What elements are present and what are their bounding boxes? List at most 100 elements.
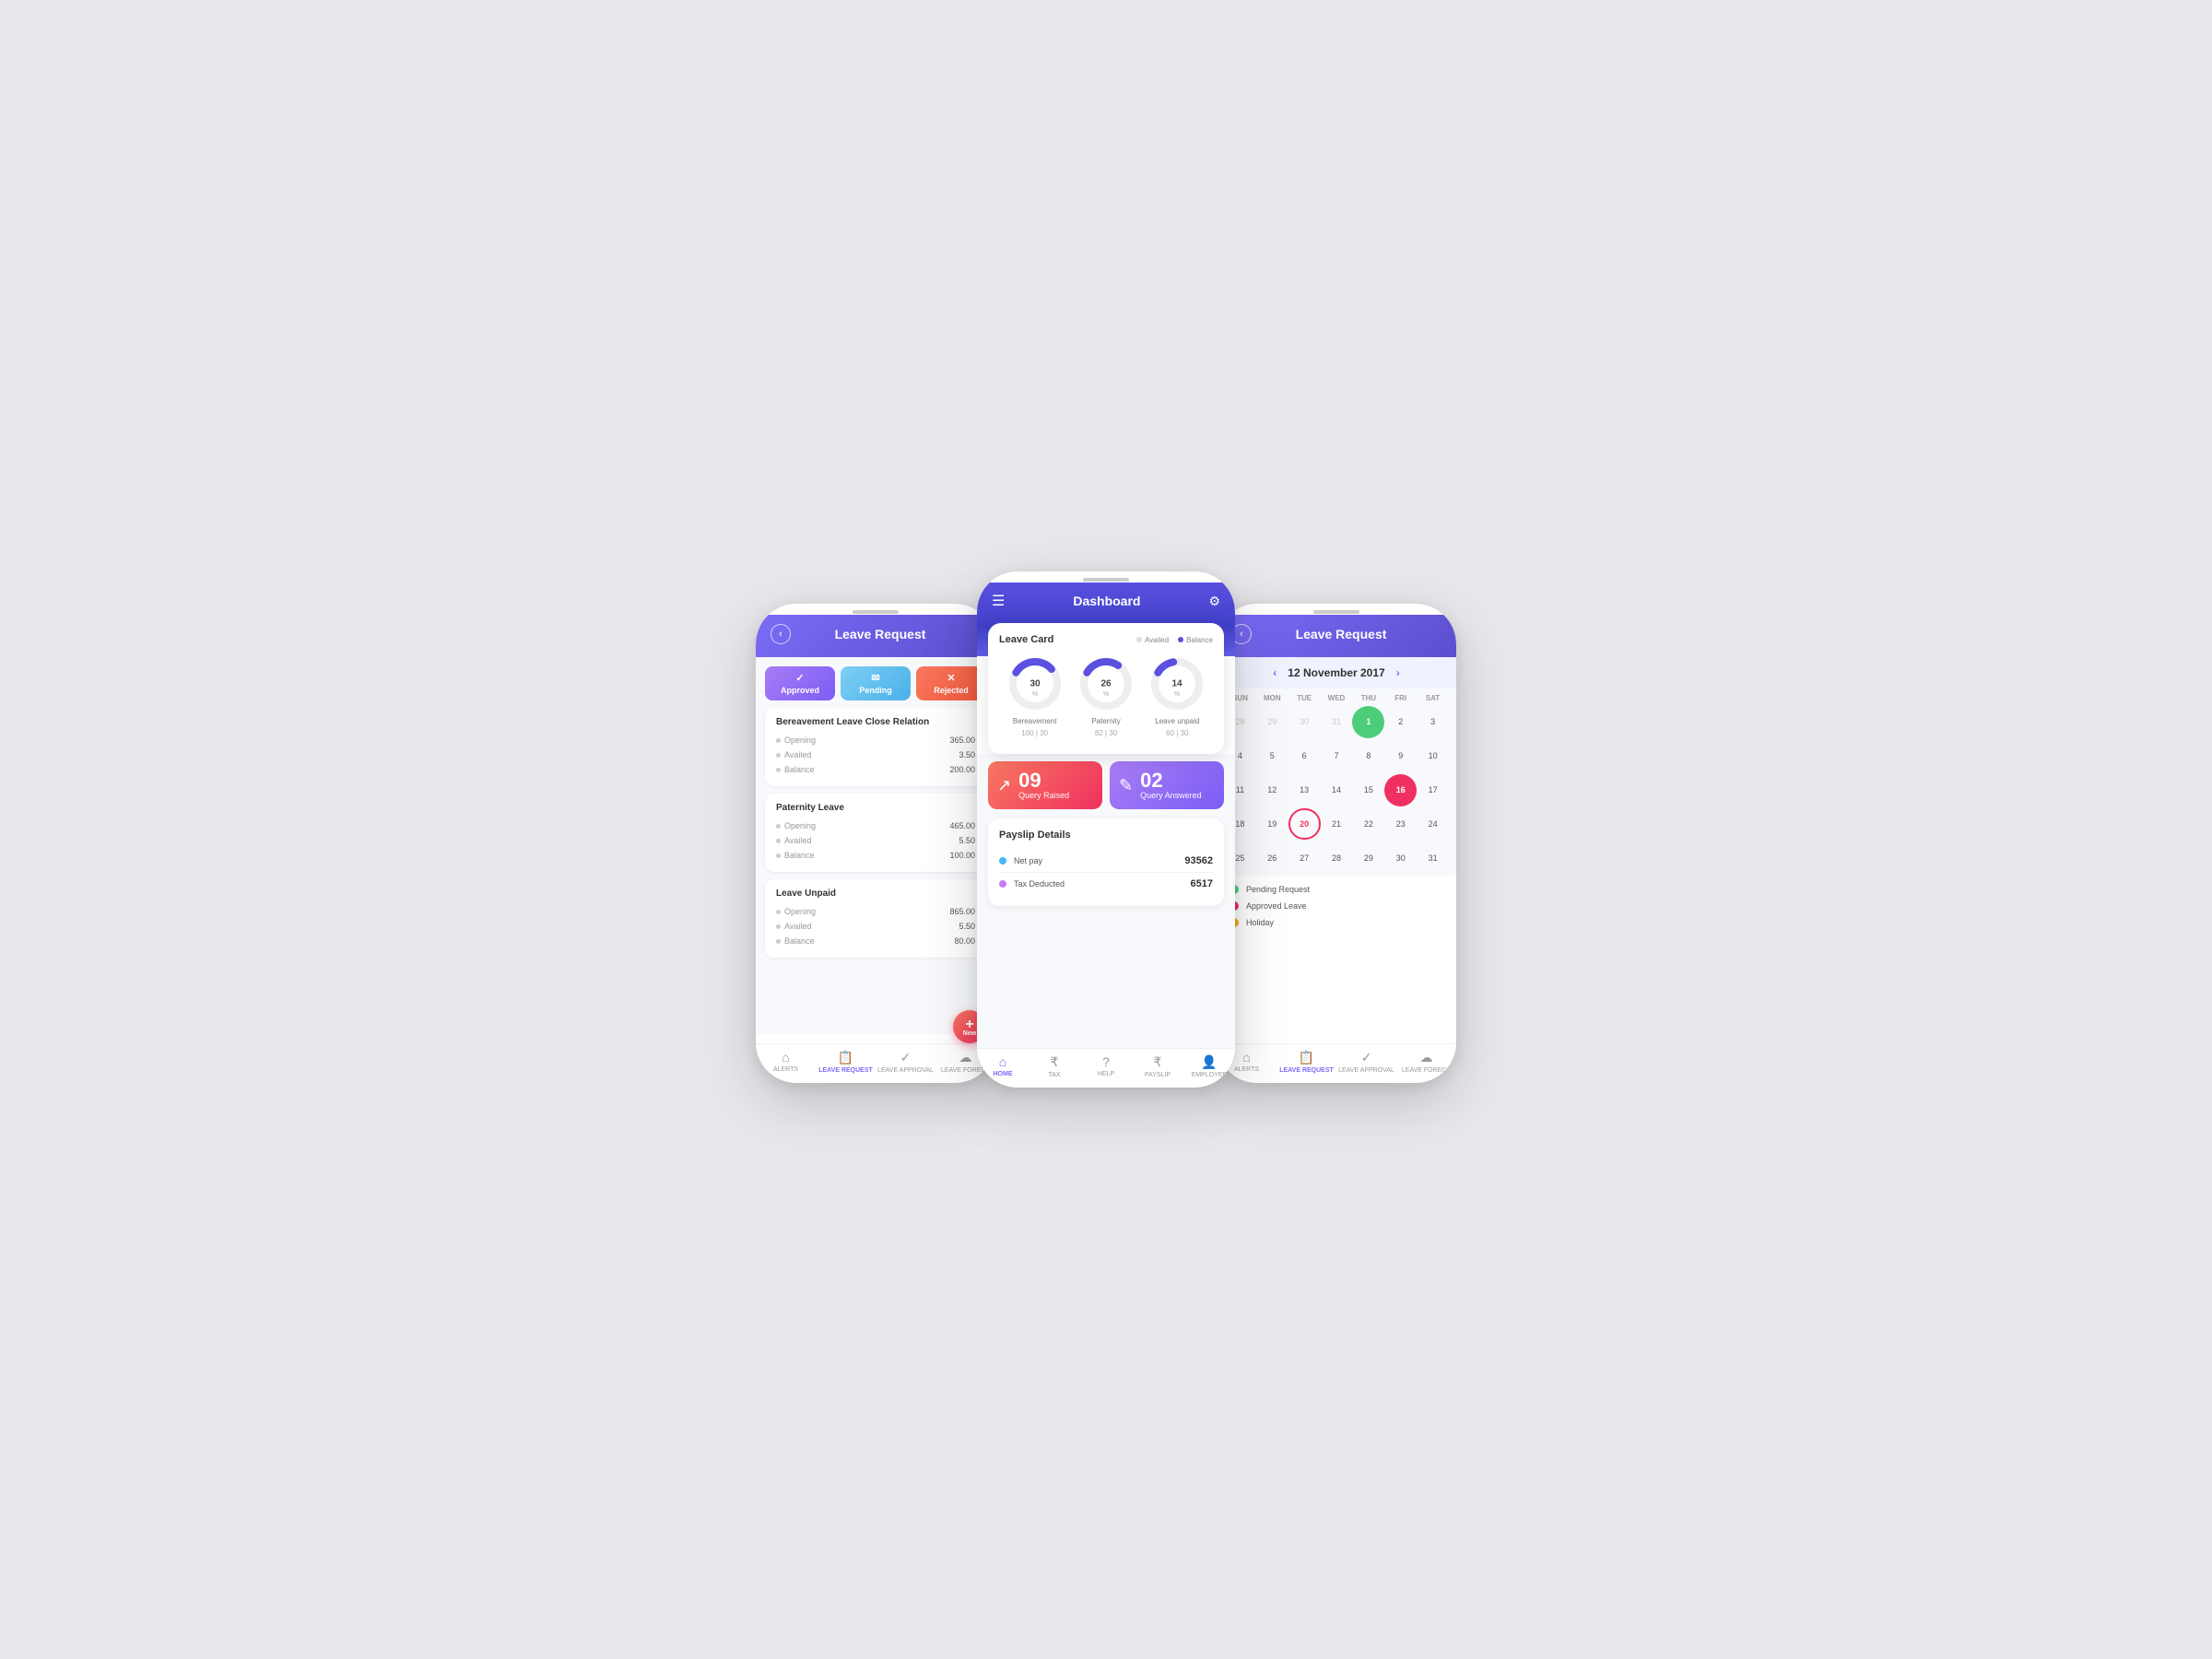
- cal-cell[interactable]: 27: [1288, 841, 1321, 874]
- cal-cell[interactable]: 28: [1321, 841, 1353, 874]
- cal-cell[interactable]: 29: [1256, 706, 1288, 738]
- pending-label: Pending: [859, 686, 892, 695]
- legend-balance-dot: [1178, 637, 1183, 642]
- check-icon-3: ✓: [1361, 1050, 1372, 1065]
- cal-cell-today[interactable]: 1: [1352, 706, 1384, 738]
- nav-leave-approval-label: LEAVE APPROVAL: [877, 1067, 934, 1074]
- nav-tax[interactable]: ₹ TAX: [1029, 1054, 1080, 1078]
- cal-cell[interactable]: 5: [1256, 740, 1288, 772]
- p1-back-button[interactable]: ‹: [771, 624, 791, 644]
- section-title-unpaid: Leave Unpaid: [776, 888, 975, 899]
- cal-cell-approved[interactable]: 16: [1384, 774, 1417, 806]
- cal-cell[interactable]: 31: [1417, 841, 1449, 874]
- cal-cell[interactable]: 2: [1384, 706, 1417, 738]
- cal-cell[interactable]: 24: [1417, 808, 1449, 841]
- donut-percent-3: 14: [1172, 679, 1183, 689]
- employee-icon: 👤: [1201, 1054, 1217, 1070]
- query-answered-number: 02: [1140, 771, 1202, 791]
- cloud-icon-3: ☁: [1420, 1050, 1433, 1065]
- label-opening-3: Opening: [776, 907, 816, 916]
- legend-approved-label: Approved Leave: [1246, 901, 1307, 911]
- leave-row: Opening 365.00: [776, 733, 975, 747]
- payslip-title: Payslip Details: [999, 830, 1213, 841]
- nav-home[interactable]: ⌂ HOME: [977, 1054, 1029, 1078]
- query-raised-card[interactable]: ↗ 09 Query Raised: [988, 761, 1102, 809]
- nav-leave-request[interactable]: 📋 LEAVE REQUEST: [816, 1050, 876, 1074]
- cal-cell[interactable]: 29: [1352, 841, 1384, 874]
- cal-nav: ‹ 12 November 2017 ›: [1217, 657, 1456, 688]
- nav-help-label: HELP: [1098, 1071, 1114, 1077]
- filter-rejected[interactable]: ✕ Rejected: [916, 666, 986, 700]
- cal-cell[interactable]: 6: [1288, 740, 1321, 772]
- cal-cell[interactable]: 22: [1352, 808, 1384, 841]
- nav-employee[interactable]: 👤 EMPLOYEE: [1183, 1054, 1235, 1078]
- cal-cell[interactable]: 9: [1384, 740, 1417, 772]
- filter-approved[interactable]: ✓ Approved: [765, 666, 835, 700]
- cal-cell[interactable]: 12: [1256, 774, 1288, 806]
- cal-cell[interactable]: 15: [1352, 774, 1384, 806]
- dot: [776, 853, 781, 858]
- rejected-label: Rejected: [934, 686, 969, 695]
- dot: [776, 753, 781, 758]
- cal-cell[interactable]: 7: [1321, 740, 1353, 772]
- cal-cell[interactable]: 23: [1384, 808, 1417, 841]
- dot: [776, 939, 781, 944]
- day-fri: FRI: [1384, 694, 1417, 702]
- nav-help[interactable]: ? HELP: [1080, 1054, 1132, 1078]
- p3-title: Leave Request: [1261, 627, 1421, 641]
- home-icon-2: ⌂: [999, 1054, 1006, 1069]
- value-balance-1: 200.00: [949, 765, 975, 774]
- home-icon-3: ⌂: [1242, 1050, 1250, 1065]
- cal-cell[interactable]: 30: [1384, 841, 1417, 874]
- leave-row: Availed 5.50: [776, 833, 975, 848]
- cal-cell[interactable]: 17: [1417, 774, 1449, 806]
- donut-svg-1: 30 %: [1006, 654, 1065, 713]
- cal-week-1: 28 29 30 31 1 2 3: [1224, 706, 1449, 738]
- nav-forecast-3[interactable]: ☁ LEAVE FORECA: [1396, 1050, 1456, 1074]
- cal-cell[interactable]: 31: [1321, 706, 1353, 738]
- label-opening-1: Opening: [776, 735, 816, 745]
- dot: [776, 738, 781, 743]
- cal-cell[interactable]: 26: [1256, 841, 1288, 874]
- approved-icon: ✓: [795, 672, 804, 684]
- help-icon: ?: [1102, 1054, 1110, 1069]
- cal-cell[interactable]: 19: [1256, 808, 1288, 841]
- cal-cell[interactable]: 14: [1321, 774, 1353, 806]
- nav-payslip[interactable]: ₹ PAYSLIP: [1132, 1054, 1183, 1078]
- phone-bar-2: [977, 571, 1235, 582]
- cal-cell[interactable]: 8: [1352, 740, 1384, 772]
- dot: [776, 924, 781, 929]
- p3-header: ‹ Leave Request: [1217, 615, 1456, 657]
- dot: [776, 824, 781, 829]
- section-title-bereavement: Bereavement Leave Close Relation: [776, 717, 975, 727]
- value-balance-2: 100.00: [949, 851, 975, 860]
- day-thu: THU: [1352, 694, 1384, 702]
- cal-next-arrow[interactable]: ›: [1396, 666, 1400, 679]
- cal-cell[interactable]: 10: [1417, 740, 1449, 772]
- cal-prev-arrow[interactable]: ‹: [1273, 666, 1277, 679]
- leave-row: Balance 200.00: [776, 762, 975, 777]
- gear-icon[interactable]: ⚙: [1208, 594, 1220, 609]
- nav-alerts[interactable]: ⌂ ALERTS: [756, 1050, 816, 1074]
- label-availed-1: Availed: [776, 750, 811, 759]
- cal-grid: SUN MON TUE WED THU FRI SAT 28 29 30 31 …: [1217, 688, 1456, 876]
- legend-availed-dot: [1136, 637, 1142, 642]
- cal-cell[interactable]: 30: [1288, 706, 1321, 738]
- leave-row: Availed 5.50: [776, 919, 975, 934]
- menu-icon[interactable]: ☰: [992, 592, 1005, 610]
- cal-cell[interactable]: 20: [1288, 808, 1321, 841]
- fab-label: New: [963, 1030, 976, 1037]
- donut-unpaid: 14 % Leave unpaid 60 | 30: [1147, 654, 1206, 737]
- query-answered-card[interactable]: ✎ 02 Query Answered: [1110, 761, 1224, 809]
- filter-pending[interactable]: ✉ Pending: [841, 666, 911, 700]
- nav-leave-approval-3[interactable]: ✓ LEAVE APPROVAL: [1336, 1050, 1396, 1074]
- p2-nav: ⌂ HOME ₹ TAX ? HELP ₹ PAYSLIP 👤 EMPLO: [977, 1048, 1235, 1088]
- nav-leave-approval[interactable]: ✓ LEAVE APPROVAL: [876, 1050, 935, 1074]
- cal-cell[interactable]: 13: [1288, 774, 1321, 806]
- phone-bar-1: [756, 604, 995, 615]
- tax-icon: ₹: [1051, 1054, 1059, 1070]
- cal-cell[interactable]: 3: [1417, 706, 1449, 738]
- cal-cell[interactable]: 21: [1321, 808, 1353, 841]
- nav-leave-request-3[interactable]: 📋 LEAVE REQUEST: [1277, 1050, 1336, 1074]
- leave-section-unpaid: Leave Unpaid Opening 865.00 Availed 5.50…: [765, 879, 986, 958]
